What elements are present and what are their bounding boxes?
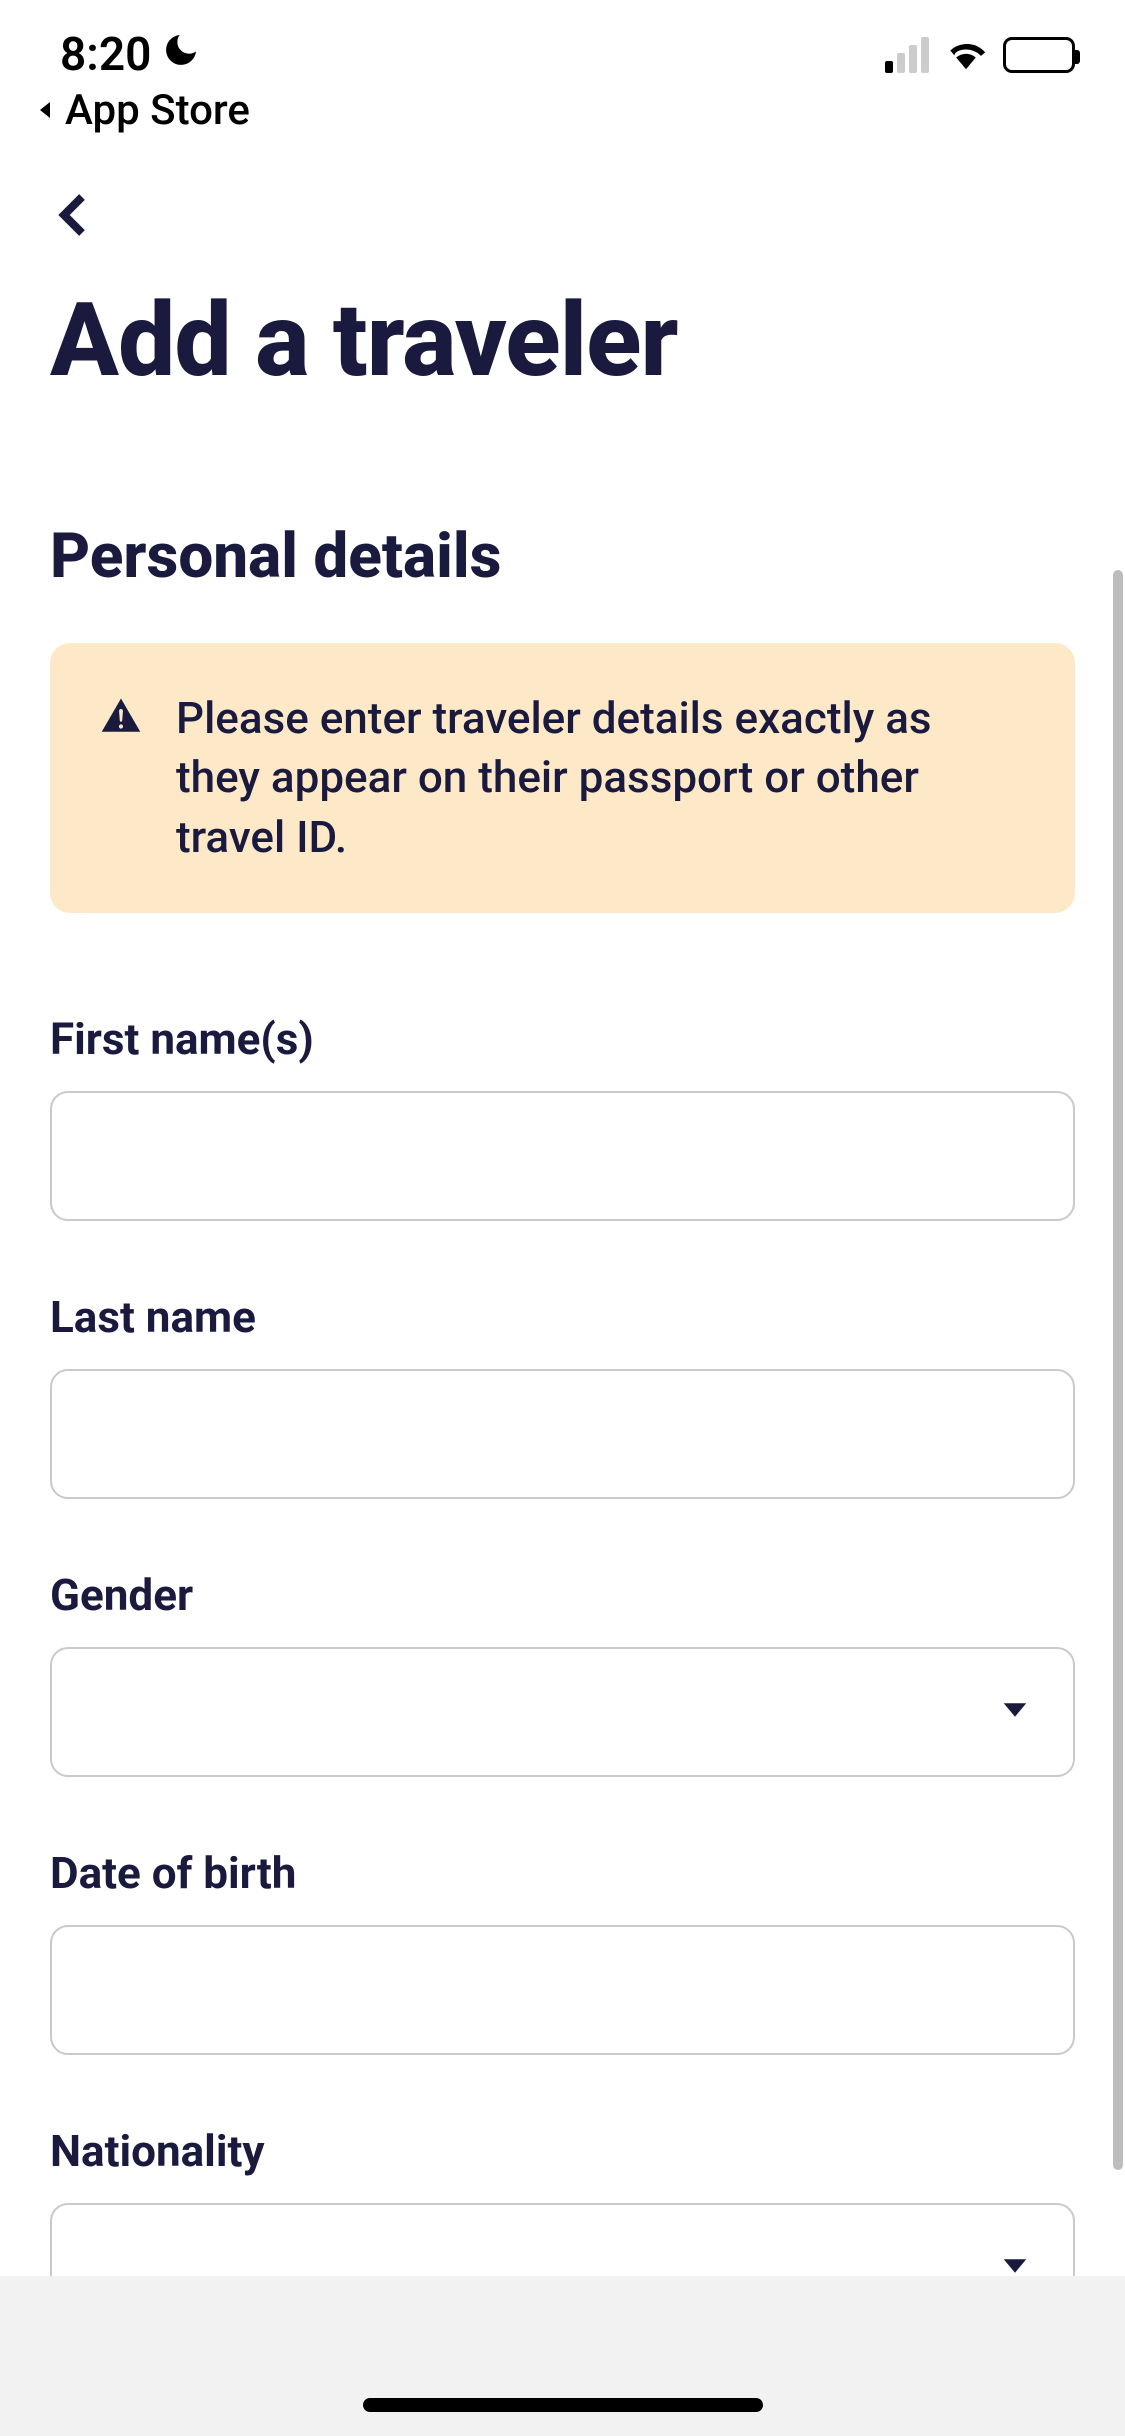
breadcrumb-label: App Store xyxy=(65,86,250,135)
gender-select[interactable] xyxy=(50,1647,1075,1777)
status-bar: 8:20 xyxy=(0,0,1125,80)
breadcrumb-app-store[interactable]: App Store xyxy=(0,80,1125,140)
warning-icon xyxy=(100,695,142,737)
info-banner: Please enter traveler details exactly as… xyxy=(50,643,1075,913)
bottom-bar xyxy=(0,2276,1125,2436)
page-title: Add a traveler xyxy=(50,280,1075,400)
section-title: Personal details xyxy=(50,520,1075,593)
nationality-select[interactable] xyxy=(50,2203,1075,2276)
cellular-signal-icon xyxy=(885,37,929,73)
scroll-indicator xyxy=(1113,570,1123,2170)
battery-icon xyxy=(1003,37,1075,73)
last-name-input[interactable] xyxy=(50,1369,1075,1499)
breadcrumb-back-icon xyxy=(35,98,59,122)
dob-input[interactable] xyxy=(50,1925,1075,2055)
wifi-icon xyxy=(943,28,989,82)
moon-icon xyxy=(161,28,201,82)
home-indicator[interactable] xyxy=(363,2398,763,2412)
nationality-label: Nationality xyxy=(50,2125,1075,2177)
status-time: 8:20 xyxy=(60,28,151,82)
back-button[interactable] xyxy=(50,180,120,250)
first-name-label: First name(s) xyxy=(50,1013,1075,1065)
last-name-label: Last name xyxy=(50,1291,1075,1343)
first-name-input[interactable] xyxy=(50,1091,1075,1221)
gender-label: Gender xyxy=(50,1569,1075,1621)
info-banner-text: Please enter traveler details exactly as… xyxy=(176,689,1025,867)
chevron-left-icon xyxy=(50,191,98,239)
dob-label: Date of birth xyxy=(50,1847,1075,1899)
